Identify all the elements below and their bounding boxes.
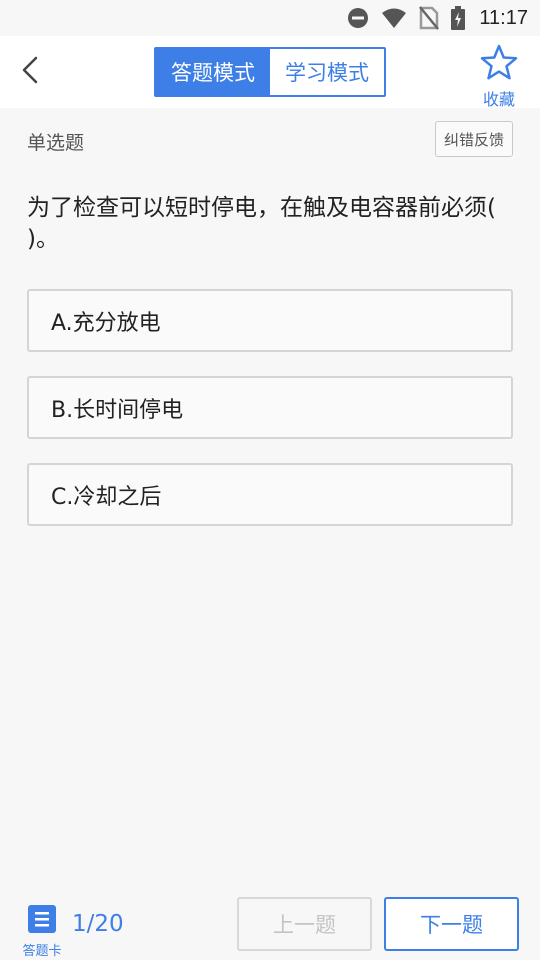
status-time: 11:17 [479,6,528,29]
tab-answer-mode[interactable]: 答题模式 [156,49,270,95]
favorite-button[interactable]: 收藏 [474,44,524,109]
answer-card-button[interactable]: 答题卡 [18,904,66,959]
favorite-label: 收藏 [482,90,515,109]
option-a[interactable]: A.充分放电 [27,289,513,352]
question-type-label: 单选题 [27,132,85,154]
back-button[interactable] [14,56,46,88]
wifi-icon [381,7,407,29]
tab-study-mode[interactable]: 学习模式 [270,49,384,95]
option-label: A.充分放电 [51,310,161,336]
feedback-button[interactable]: 纠错反馈 [435,121,513,157]
battery-charging-icon [451,6,466,30]
question-text: 为了检查可以短时停电，在触及电容器前必须( )。 [27,195,496,252]
next-question-button[interactable]: 下一题 [384,897,519,951]
option-c[interactable]: C.冷却之后 [27,463,513,526]
status-bar: 11:17 [0,0,540,36]
option-label: C.冷却之后 [51,484,162,510]
chevron-left-icon [20,55,40,89]
previous-question-button[interactable]: 上一题 [237,897,372,951]
option-b[interactable]: B.长时间停电 [27,376,513,439]
no-sim-icon [419,6,440,30]
do-not-disturb-icon [347,7,369,29]
list-icon [27,904,57,938]
mode-switch: 答题模式 学习模式 [154,47,386,97]
star-outline-icon [480,44,518,84]
option-label: B.长时间停电 [51,397,184,423]
header: 答题模式 学习模式 收藏 [0,36,540,109]
answer-card-label: 答题卡 [22,944,62,959]
question-progress: 1/20 [72,911,124,937]
